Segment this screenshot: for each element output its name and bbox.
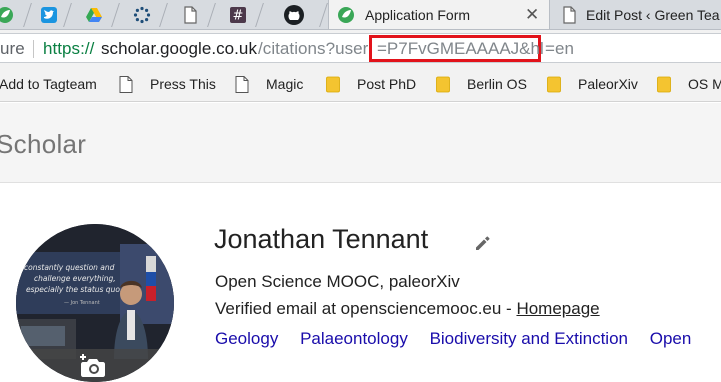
- bookmark-magic[interactable]: Magic: [235, 74, 303, 94]
- photo-caption-line: challenge everything,: [34, 274, 116, 283]
- verified-email-text: Verified email at opensciencemooc.eu -: [215, 299, 517, 318]
- interest-open[interactable]: Open: [650, 329, 692, 348]
- blank-page-icon: [563, 6, 576, 24]
- secure-indicator[interactable]: ure: [0, 39, 25, 59]
- loading-spinner-icon: [133, 6, 151, 24]
- bookmark-berlin-os[interactable]: Berlin OS: [436, 74, 527, 94]
- scholar-header: Scholar: [0, 103, 721, 183]
- bookmarks-bar: Add to Tagteam Press This Magic Post PhD…: [0, 66, 721, 102]
- bookmark-os-m[interactable]: OS M: [657, 74, 721, 94]
- tab-title: Edit Post ‹ Green Tea: [586, 7, 720, 23]
- interest-palaeontology[interactable]: Palaeontology: [300, 329, 408, 348]
- tab-loading[interactable]: [120, 0, 168, 29]
- bookmark-label: Post PhD: [357, 76, 417, 92]
- tab-title: Application Form: [365, 7, 471, 23]
- folder-icon: [547, 76, 561, 92]
- folder-icon: [657, 76, 671, 92]
- close-tab-icon[interactable]: ✕: [525, 5, 539, 25]
- address-bar[interactable]: ure https:// scholar.google.co.uk /citat…: [0, 33, 721, 63]
- tab-twitter[interactable]: [30, 0, 72, 29]
- bookmark-post-phd[interactable]: Post PhD: [326, 74, 416, 94]
- verified-email-row: Verified email at opensciencemooc.eu - H…: [215, 299, 600, 319]
- bookmark-press-this[interactable]: Press This: [119, 74, 216, 94]
- twitter-bird-icon: [41, 7, 57, 23]
- bookmark-label: Berlin OS: [467, 76, 527, 92]
- photo-caption-line: especially the status quo.: [26, 285, 122, 294]
- page-icon: [235, 75, 249, 93]
- folder-icon: [436, 76, 450, 92]
- folder-icon: [326, 76, 340, 92]
- bookmark-paleorxiv[interactable]: PaleorXiv: [547, 74, 638, 94]
- photo-caption-line: — Jon Tennant: [64, 300, 100, 306]
- add-photo-camera-icon[interactable]: [80, 353, 108, 379]
- tab-slack[interactable]: #: [216, 0, 264, 29]
- slack-hash-icon: #: [230, 7, 246, 24]
- interest-biodiversity-and-extinction[interactable]: Biodiversity and Extinction: [430, 329, 628, 348]
- bookmark-label: Add to Tagteam: [0, 76, 97, 92]
- green-leaf-icon: [338, 7, 354, 23]
- interest-geology[interactable]: Geology: [215, 329, 278, 348]
- profile-photo[interactable]: constantly question and challenge everyt…: [16, 224, 174, 382]
- tab-blank-page[interactable]: [168, 0, 216, 29]
- photo-caption-line: constantly question and: [24, 263, 115, 272]
- photo-upload-bar[interactable]: [16, 349, 174, 382]
- browser-toolbar: ure https:// scholar.google.co.uk /citat…: [0, 30, 721, 66]
- tab-github[interactable]: [264, 0, 328, 29]
- bookmark-label: Magic: [266, 76, 304, 92]
- bookmark-label: OS M: [688, 76, 721, 92]
- github-icon: [284, 5, 304, 25]
- homepage-link[interactable]: Homepage: [516, 299, 599, 318]
- scholar-logo[interactable]: Scholar: [0, 129, 86, 160]
- research-interests: Geology Palaeontology Biodiversity and E…: [215, 329, 708, 349]
- url-highlighted-parameter: =P7FvGMEAAAAJ&hl: [369, 35, 544, 62]
- google-drive-icon: [86, 8, 102, 22]
- tab-edit-post[interactable]: Edit Post ‹ Green Tea: [554, 0, 721, 29]
- url-tail: =en: [545, 39, 574, 58]
- bookmark-add-to-tagteam[interactable]: Add to Tagteam: [0, 74, 97, 94]
- page-icon: [119, 75, 133, 93]
- edit-pencil-icon[interactable]: [474, 234, 492, 252]
- url-host: scholar.google.co.uk: [101, 39, 257, 58]
- profile-name: Jonathan Tennant: [214, 224, 429, 254]
- blank-page-icon: [184, 6, 197, 24]
- tab-application-form[interactable]: Application Form ✕: [328, 0, 550, 29]
- profile-affiliation: Open Science MOOC, paleorXiv: [215, 272, 460, 291]
- address-divider: [33, 40, 34, 58]
- url-path: /citations?user: [258, 39, 369, 58]
- tab-green-leaf[interactable]: [0, 0, 32, 29]
- bookmark-label: Press This: [150, 76, 216, 92]
- svg-text:#: #: [233, 9, 244, 24]
- tab-google-drive[interactable]: [72, 0, 120, 29]
- url-scheme: https://: [43, 39, 95, 58]
- bookmark-label: PaleorXiv: [578, 76, 638, 92]
- green-leaf-icon: [0, 7, 13, 23]
- browser-tab-strip: # Application Form ✕ Edit Post ‹ Green T…: [0, 0, 721, 30]
